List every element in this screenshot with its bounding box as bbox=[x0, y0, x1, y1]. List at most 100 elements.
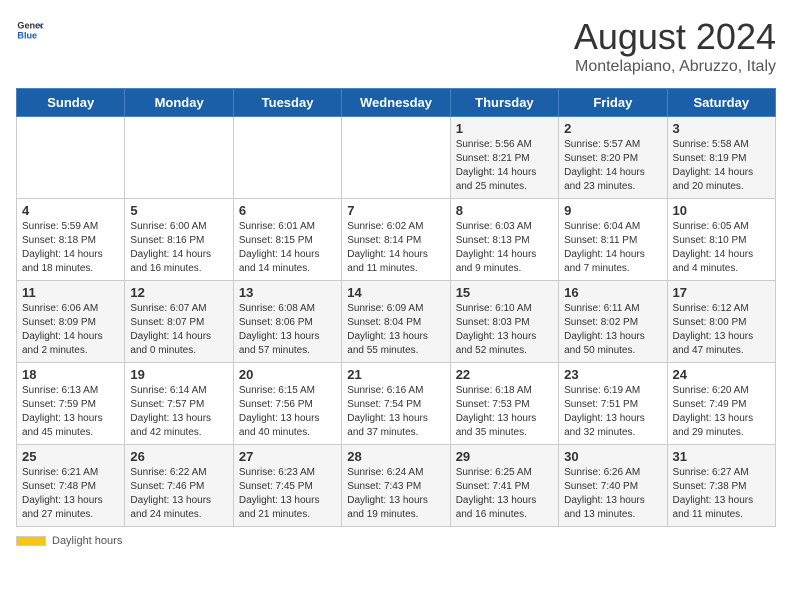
day-number: 4 bbox=[22, 203, 119, 218]
day-cell: 6 Sunrise: 6:01 AM Sunset: 8:15 PM Daylig… bbox=[233, 199, 341, 281]
day-number: 28 bbox=[347, 449, 444, 464]
day-cell: 23 Sunrise: 6:19 AM Sunset: 7:51 PM Dayli… bbox=[559, 363, 667, 445]
daylight-bar-icon bbox=[16, 536, 46, 546]
week-row-5: 25 Sunrise: 6:21 AM Sunset: 7:48 PM Dayli… bbox=[17, 445, 776, 527]
day-cell: 28 Sunrise: 6:24 AM Sunset: 7:43 PM Dayli… bbox=[342, 445, 450, 527]
day-cell: 25 Sunrise: 6:21 AM Sunset: 7:48 PM Dayli… bbox=[17, 445, 125, 527]
day-cell bbox=[233, 117, 341, 199]
day-info: Sunrise: 6:00 AM Sunset: 8:16 PM Dayligh… bbox=[130, 220, 227, 276]
day-info: Sunrise: 6:13 AM Sunset: 7:59 PM Dayligh… bbox=[22, 384, 119, 440]
day-info: Sunrise: 6:27 AM Sunset: 7:38 PM Dayligh… bbox=[673, 466, 770, 522]
day-cell: 2 Sunrise: 5:57 AM Sunset: 8:20 PM Daylig… bbox=[559, 117, 667, 199]
day-number: 30 bbox=[564, 449, 661, 464]
day-cell: 27Sunrise: 6:23 AM Sunset: 7:45 PM Dayli… bbox=[233, 445, 341, 527]
day-number: 20 bbox=[239, 367, 336, 382]
day-number: 13 bbox=[239, 285, 336, 300]
day-cell: 26 Sunrise: 6:22 AM Sunset: 7:46 PM Dayli… bbox=[125, 445, 233, 527]
location-subtitle: Montelapiano, Abruzzo, Italy bbox=[574, 58, 776, 76]
day-cell: 18Sunrise: 6:13 AM Sunset: 7:59 PM Dayli… bbox=[17, 363, 125, 445]
day-info: Sunrise: 6:08 AM Sunset: 8:06 PM Dayligh… bbox=[239, 302, 336, 358]
day-cell: 4 Sunrise: 5:59 AM Sunset: 8:18 PM Daylig… bbox=[17, 199, 125, 281]
day-number: 17 bbox=[673, 285, 770, 300]
day-number: 3 bbox=[673, 121, 770, 136]
day-info: Sunrise: 6:25 AM Sunset: 7:41 PM Dayligh… bbox=[456, 466, 553, 522]
month-title: August 2024 bbox=[574, 16, 776, 58]
day-number: 9 bbox=[564, 203, 661, 218]
day-number: 31 bbox=[673, 449, 770, 464]
day-info: Sunrise: 6:02 AM Sunset: 8:14 PM Dayligh… bbox=[347, 220, 444, 276]
days-header-row: SundayMondayTuesdayWednesdayThursdayFrid… bbox=[17, 89, 776, 117]
header: General Blue August 2024 Montelapiano, A… bbox=[16, 16, 776, 76]
day-number: 21 bbox=[347, 367, 444, 382]
day-header-sunday: Sunday bbox=[17, 89, 125, 117]
day-info: Sunrise: 6:11 AM Sunset: 8:02 PM Dayligh… bbox=[564, 302, 661, 358]
day-number: 29 bbox=[456, 449, 553, 464]
day-info: Sunrise: 6:01 AM Sunset: 8:15 PM Dayligh… bbox=[239, 220, 336, 276]
day-cell: 16 Sunrise: 6:11 AM Sunset: 8:02 PM Dayli… bbox=[559, 281, 667, 363]
day-number: 1 bbox=[456, 121, 553, 136]
day-info: Sunrise: 6:15 AM Sunset: 7:56 PM Dayligh… bbox=[239, 384, 336, 440]
day-cell bbox=[342, 117, 450, 199]
day-cell: 11Sunrise: 6:06 AM Sunset: 8:09 PM Dayli… bbox=[17, 281, 125, 363]
day-number: 5 bbox=[130, 203, 227, 218]
day-info: Sunrise: 6:21 AM Sunset: 7:48 PM Dayligh… bbox=[22, 466, 119, 522]
day-info: Sunrise: 6:26 AM Sunset: 7:40 PM Dayligh… bbox=[564, 466, 661, 522]
day-info: Sunrise: 6:18 AM Sunset: 7:53 PM Dayligh… bbox=[456, 384, 553, 440]
day-info: Sunrise: 6:10 AM Sunset: 8:03 PM Dayligh… bbox=[456, 302, 553, 358]
day-cell: 30 Sunrise: 6:26 AM Sunset: 7:40 PM Dayli… bbox=[559, 445, 667, 527]
day-cell: 24 Sunrise: 6:20 AM Sunset: 7:49 PM Dayli… bbox=[667, 363, 775, 445]
day-number: 24 bbox=[673, 367, 770, 382]
day-number: 16 bbox=[564, 285, 661, 300]
day-number: 27 bbox=[239, 449, 336, 464]
day-info: Sunrise: 6:06 AM Sunset: 8:09 PM Dayligh… bbox=[22, 302, 119, 358]
day-info: Sunrise: 6:20 AM Sunset: 7:49 PM Dayligh… bbox=[673, 384, 770, 440]
day-info: Sunrise: 6:03 AM Sunset: 8:13 PM Dayligh… bbox=[456, 220, 553, 276]
day-header-friday: Friday bbox=[559, 89, 667, 117]
day-number: 14 bbox=[347, 285, 444, 300]
day-info: Sunrise: 5:58 AM Sunset: 8:19 PM Dayligh… bbox=[673, 138, 770, 194]
day-cell: 1 Sunrise: 5:56 AM Sunset: 8:21 PM Daylig… bbox=[450, 117, 558, 199]
day-number: 7 bbox=[347, 203, 444, 218]
week-row-4: 18Sunrise: 6:13 AM Sunset: 7:59 PM Dayli… bbox=[17, 363, 776, 445]
day-header-saturday: Saturday bbox=[667, 89, 775, 117]
day-number: 8 bbox=[456, 203, 553, 218]
day-cell: 12Sunrise: 6:07 AM Sunset: 8:07 PM Dayli… bbox=[125, 281, 233, 363]
day-info: Sunrise: 5:56 AM Sunset: 8:21 PM Dayligh… bbox=[456, 138, 553, 194]
day-info: Sunrise: 6:16 AM Sunset: 7:54 PM Dayligh… bbox=[347, 384, 444, 440]
day-cell: 3 Sunrise: 5:58 AM Sunset: 8:19 PM Daylig… bbox=[667, 117, 775, 199]
day-info: Sunrise: 5:57 AM Sunset: 8:20 PM Dayligh… bbox=[564, 138, 661, 194]
day-number: 19 bbox=[130, 367, 227, 382]
day-cell: 31 Sunrise: 6:27 AM Sunset: 7:38 PM Dayli… bbox=[667, 445, 775, 527]
day-cell bbox=[17, 117, 125, 199]
day-number: 22 bbox=[456, 367, 553, 382]
day-info: Sunrise: 6:04 AM Sunset: 8:11 PM Dayligh… bbox=[564, 220, 661, 276]
day-number: 6 bbox=[239, 203, 336, 218]
day-number: 2 bbox=[564, 121, 661, 136]
week-row-3: 11Sunrise: 6:06 AM Sunset: 8:09 PM Dayli… bbox=[17, 281, 776, 363]
day-info: Sunrise: 6:22 AM Sunset: 7:46 PM Dayligh… bbox=[130, 466, 227, 522]
day-header-wednesday: Wednesday bbox=[342, 89, 450, 117]
daylight-label: Daylight hours bbox=[52, 535, 122, 547]
day-cell: 19 Sunrise: 6:14 AM Sunset: 7:57 PM Dayli… bbox=[125, 363, 233, 445]
day-number: 26 bbox=[130, 449, 227, 464]
day-number: 23 bbox=[564, 367, 661, 382]
day-header-tuesday: Tuesday bbox=[233, 89, 341, 117]
day-info: Sunrise: 6:12 AM Sunset: 8:00 PM Dayligh… bbox=[673, 302, 770, 358]
day-info: Sunrise: 6:19 AM Sunset: 7:51 PM Dayligh… bbox=[564, 384, 661, 440]
day-cell bbox=[125, 117, 233, 199]
footer-note: Daylight hours bbox=[16, 535, 776, 547]
day-info: Sunrise: 6:14 AM Sunset: 7:57 PM Dayligh… bbox=[130, 384, 227, 440]
day-cell: 21 Sunrise: 6:16 AM Sunset: 7:54 PM Dayli… bbox=[342, 363, 450, 445]
day-cell: 14 Sunrise: 6:09 AM Sunset: 8:04 PM Dayli… bbox=[342, 281, 450, 363]
day-info: Sunrise: 6:09 AM Sunset: 8:04 PM Dayligh… bbox=[347, 302, 444, 358]
day-info: Sunrise: 6:24 AM Sunset: 7:43 PM Dayligh… bbox=[347, 466, 444, 522]
week-row-1: 1 Sunrise: 5:56 AM Sunset: 8:21 PM Daylig… bbox=[17, 117, 776, 199]
day-number: 12 bbox=[130, 285, 227, 300]
title-area: August 2024 Montelapiano, Abruzzo, Italy bbox=[574, 16, 776, 76]
day-info: Sunrise: 5:59 AM Sunset: 8:18 PM Dayligh… bbox=[22, 220, 119, 276]
day-number: 10 bbox=[673, 203, 770, 218]
day-cell: 7 Sunrise: 6:02 AM Sunset: 8:14 PM Daylig… bbox=[342, 199, 450, 281]
day-cell: 8 Sunrise: 6:03 AM Sunset: 8:13 PM Daylig… bbox=[450, 199, 558, 281]
svg-text:Blue: Blue bbox=[17, 30, 37, 40]
day-number: 25 bbox=[22, 449, 119, 464]
